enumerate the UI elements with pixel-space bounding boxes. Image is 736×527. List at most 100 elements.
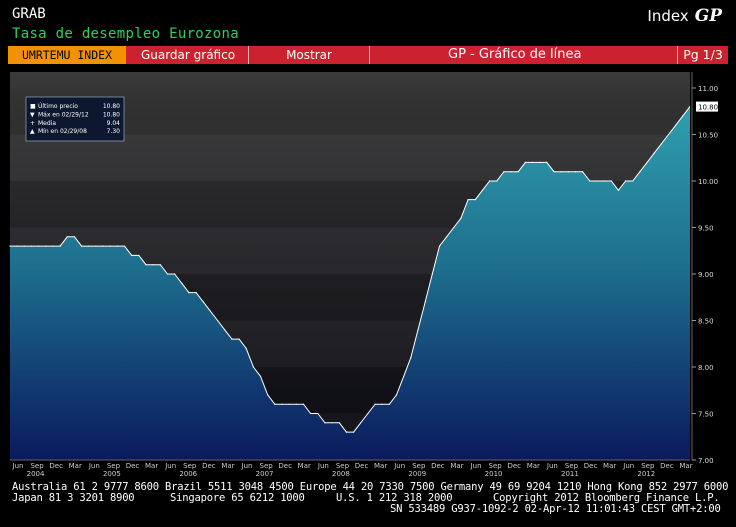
- legend-box: ■ Último precio 10.80 ▼ Máx en 02/29/12 10.80…: [25, 96, 125, 142]
- x-month-label: Mar: [679, 462, 692, 470]
- data-point: [424, 301, 426, 303]
- x-year-label: 2007: [256, 470, 274, 478]
- data-point: [546, 161, 548, 163]
- x-month-label: Jun: [12, 462, 24, 470]
- data-point: [610, 180, 612, 182]
- x-month-label: Sep: [107, 462, 121, 470]
- data-point: [73, 236, 75, 238]
- data-point: [81, 245, 83, 247]
- legend-label: Máx en 02/29/12: [38, 111, 89, 118]
- legend-value: 9.04: [107, 120, 121, 127]
- x-month-label: Jun: [393, 462, 405, 470]
- data-point: [395, 394, 398, 396]
- data-point: [145, 264, 147, 266]
- y-tick-label: 8.50: [698, 318, 714, 326]
- y-tick-label: 7.00: [698, 457, 714, 465]
- footer-line-3: SN 533489 G937-1092-2 02-Apr-12 11:01:43…: [390, 503, 721, 515]
- data-point: [30, 245, 33, 247]
- x-month-label: Jun: [622, 462, 634, 470]
- data-point: [560, 171, 562, 173]
- data-point: [539, 161, 541, 163]
- data-point: [474, 199, 476, 201]
- x-year-label: 2008: [332, 470, 350, 478]
- data-point: [589, 180, 591, 182]
- data-point: [667, 133, 670, 136]
- x-month-label: Sep: [412, 462, 426, 470]
- show-button[interactable]: Mostrar: [249, 46, 370, 64]
- data-point: [367, 412, 369, 415]
- data-point: [453, 226, 455, 229]
- data-point: [123, 245, 126, 247]
- data-point: [152, 264, 154, 266]
- security-ticker-button[interactable]: UMRTEMU INDEX: [8, 46, 126, 64]
- data-point: [131, 254, 133, 256]
- data-point: [524, 161, 527, 163]
- x-year-label: 2009: [408, 470, 426, 478]
- data-point: [653, 152, 655, 154]
- y-axis-background: [690, 72, 736, 460]
- data-point: [553, 171, 555, 173]
- data-point: [481, 189, 483, 191]
- data-point: [417, 329, 419, 331]
- x-month-label: Jun: [546, 462, 558, 470]
- x-month-label: Mar: [221, 462, 234, 470]
- x-month-label: Jun: [241, 462, 253, 470]
- legend-value: 7.30: [107, 128, 121, 135]
- x-month-label: Mar: [450, 462, 463, 470]
- data-point: [109, 245, 111, 247]
- x-month-label: Mar: [374, 462, 387, 470]
- data-point: [231, 338, 233, 340]
- y-tick-label: 9.50: [698, 225, 714, 233]
- x-month-label: Sep: [260, 462, 274, 470]
- x-month-label: Jun: [317, 462, 329, 470]
- x-month-label: Mar: [69, 462, 82, 470]
- footer-line-2b: Singapore 65 6212 1000: [170, 492, 305, 504]
- data-point: [374, 403, 376, 405]
- legend-marker: +: [30, 120, 35, 127]
- data-point: [59, 245, 61, 247]
- legend-marker: ■: [30, 103, 36, 110]
- data-point: [660, 143, 663, 145]
- x-month-label: Jun: [470, 462, 482, 470]
- data-point: [353, 431, 355, 433]
- data-point: [245, 347, 247, 349]
- page-title: Tasa de desempleo Eurozona: [12, 26, 239, 42]
- x-month-label: Jun: [164, 462, 176, 470]
- data-point: [281, 403, 283, 405]
- x-month-label: Mar: [603, 462, 616, 470]
- x-year-label: 2011: [561, 470, 579, 478]
- data-point: [388, 403, 390, 405]
- index-label: Index: [647, 7, 689, 25]
- page-indicator[interactable]: Pg 1/3: [677, 46, 728, 64]
- data-point: [302, 403, 305, 405]
- data-point: [23, 245, 25, 247]
- data-point: [324, 422, 326, 424]
- y-tick-label: 10.50: [698, 132, 718, 140]
- data-point: [603, 180, 605, 182]
- data-point: [682, 115, 684, 117]
- menu-bar: UMRTEMU INDEX Guardar gráfico Mostrar GP…: [8, 46, 728, 64]
- data-point: [217, 319, 219, 322]
- x-month-label: Mar: [145, 462, 158, 470]
- save-chart-button[interactable]: Guardar gráfico: [128, 46, 249, 64]
- data-point: [195, 292, 197, 294]
- x-month-label: Dec: [355, 462, 369, 470]
- x-month-label: Dec: [584, 462, 598, 470]
- data-point: [9, 245, 11, 247]
- data-point: [209, 310, 211, 312]
- data-point: [116, 245, 118, 247]
- y-tick-label: 10.00: [698, 178, 718, 186]
- data-point: [181, 282, 183, 284]
- data-point: [582, 171, 584, 173]
- data-point: [52, 245, 54, 247]
- data-point: [274, 403, 276, 405]
- data-point: [138, 254, 140, 256]
- data-point: [331, 422, 333, 424]
- x-month-label: Dec: [507, 462, 521, 470]
- footer-line-2a: Japan 81 3 3201 8900: [12, 492, 135, 504]
- ticker-short: GRAB: [12, 6, 46, 22]
- legend-value: 10.80: [103, 103, 120, 110]
- data-point: [574, 171, 577, 173]
- data-point: [489, 180, 491, 182]
- data-point: [202, 301, 204, 303]
